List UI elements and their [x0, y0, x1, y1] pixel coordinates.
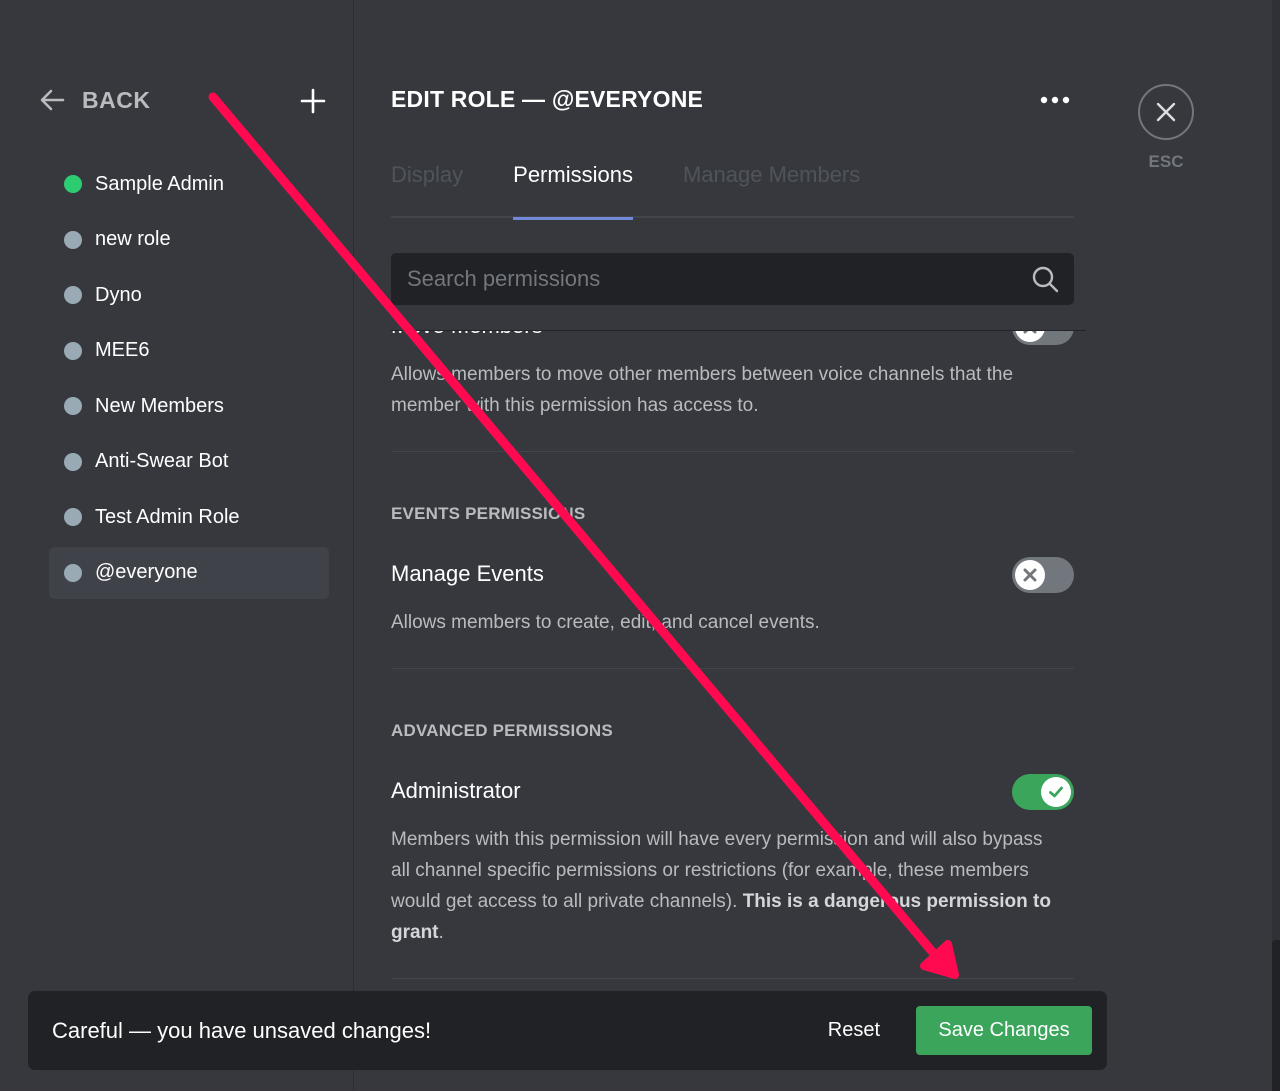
create-role-button[interactable] — [298, 86, 328, 116]
permission-title: Administrator — [391, 778, 521, 803]
role-item[interactable]: new role — [49, 214, 329, 266]
permissions-list[interactable]: Move Members Allows members to move othe… — [391, 330, 1086, 990]
description-end: . — [438, 922, 444, 943]
role-name: new role — [95, 228, 171, 250]
permission-description: Members with this permission will have e… — [391, 824, 1061, 948]
manage-events-toggle[interactable] — [1012, 557, 1074, 593]
divider — [391, 978, 1074, 979]
ellipsis-icon — [1040, 96, 1070, 104]
role-editor: EDIT ROLE — @EVERYONE Display Permission… — [391, 0, 1086, 1091]
divider — [391, 451, 1074, 452]
back-button[interactable]: BACK — [38, 86, 150, 114]
save-changes-button[interactable]: Save Changes — [916, 1006, 1092, 1055]
role-name: Test Admin Role — [95, 505, 240, 528]
administrator-toggle[interactable] — [1012, 774, 1074, 810]
x-icon — [1023, 568, 1037, 582]
toggle-knob — [1015, 331, 1045, 342]
role-name: New Members — [95, 394, 224, 417]
x-icon — [1023, 331, 1037, 334]
role-item[interactable]: MEE6 — [49, 325, 329, 377]
role-item[interactable]: Test Admin Role — [49, 491, 329, 543]
esc-label: ESC — [1148, 152, 1184, 171]
toggle-knob — [1041, 777, 1071, 807]
permission-title: Move Members — [391, 331, 543, 339]
scrollbar-thumb[interactable] — [1272, 940, 1280, 1091]
back-label: BACK — [82, 86, 151, 113]
unsaved-changes-text: Careful — you have unsaved changes! — [52, 1017, 432, 1043]
role-sidebar: BACK Sample Admin new role Dyno MEE6 New… — [0, 0, 354, 1091]
role-item[interactable]: @everyone — [49, 546, 329, 599]
check-icon — [1049, 786, 1063, 798]
role-name: MEE6 — [95, 339, 150, 361]
toggle-knob — [1015, 560, 1045, 590]
section-header: ADVANCED PERMISSIONS — [391, 721, 613, 740]
role-color-dot — [64, 175, 82, 193]
reset-button[interactable]: Reset — [828, 1019, 880, 1042]
page-title: EDIT ROLE — @EVERYONE — [391, 86, 704, 112]
search-bar — [391, 253, 1074, 305]
tab-bar: Display Permissions Manage Members — [391, 150, 1074, 220]
role-item[interactable]: Anti-Swear Bot — [49, 436, 329, 488]
search-input[interactable] — [391, 253, 1030, 305]
tab-manage-members[interactable]: Manage Members — [683, 150, 860, 218]
role-color-dot — [64, 341, 82, 360]
more-options-button[interactable] — [1039, 90, 1071, 110]
close-button[interactable] — [1138, 84, 1194, 140]
role-color-dot — [64, 508, 82, 526]
close-icon — [1156, 102, 1176, 122]
tab-display[interactable]: Display — [391, 150, 463, 218]
role-color-dot — [64, 397, 82, 415]
role-color-dot — [64, 452, 82, 471]
role-name: Sample Admin — [95, 172, 224, 195]
permission-description: Allows members to create, edit, and canc… — [391, 612, 820, 633]
role-color-dot — [64, 286, 82, 304]
search-icon[interactable] — [1030, 264, 1060, 294]
role-item[interactable]: Dyno — [49, 269, 329, 321]
role-name: Anti-Swear Bot — [95, 450, 229, 472]
permission-description: Allows members to move other members bet… — [391, 364, 1014, 416]
role-color-dot — [64, 563, 82, 582]
role-name: @everyone — [95, 561, 198, 583]
divider — [391, 668, 1074, 669]
close-control: ESC — [1138, 84, 1194, 172]
scrollbar[interactable] — [1272, 0, 1280, 1091]
permission-title: Manage Events — [391, 561, 544, 586]
role-list: Sample Admin new role Dyno MEE6 New Memb… — [49, 158, 329, 602]
role-item[interactable]: New Members — [49, 380, 329, 432]
role-name: Dyno — [95, 283, 142, 306]
role-item[interactable]: Sample Admin — [49, 158, 329, 210]
unsaved-changes-bar: Careful — you have unsaved changes! Rese… — [28, 991, 1107, 1070]
role-color-dot — [64, 230, 82, 249]
tab-permissions[interactable]: Permissions — [513, 150, 633, 220]
move-members-toggle[interactable] — [1012, 331, 1074, 345]
arrow-left-icon — [40, 89, 65, 111]
section-header: EVENTS PERMISSIONS — [391, 504, 586, 523]
plus-icon — [300, 88, 326, 114]
